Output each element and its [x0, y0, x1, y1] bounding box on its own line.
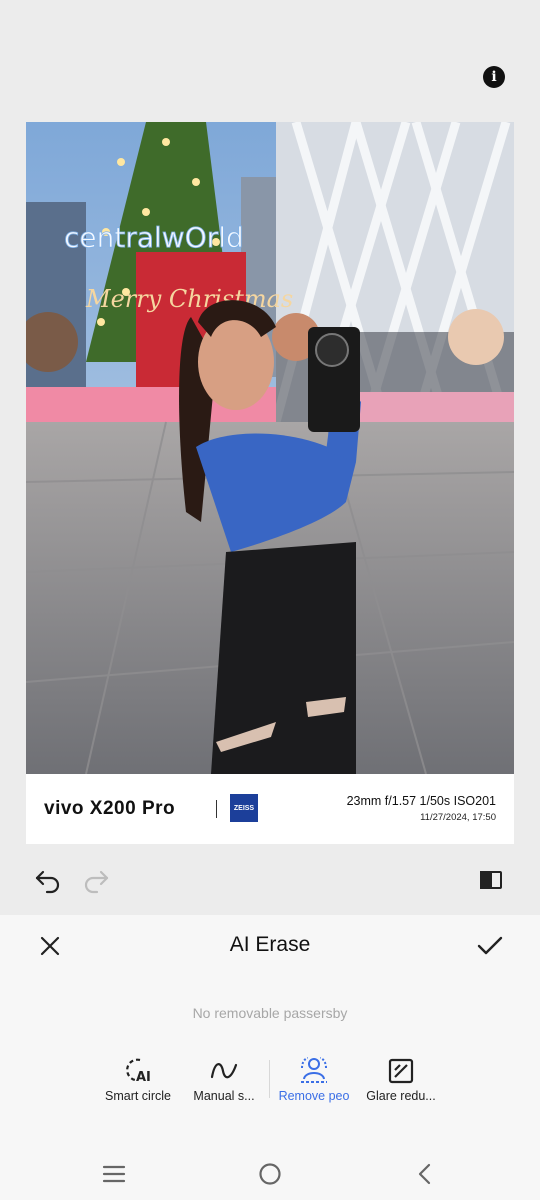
- compare-icon[interactable]: [477, 866, 505, 894]
- sign-text: centralwOrld: [64, 221, 244, 254]
- manual-select-icon: [178, 1053, 270, 1085]
- status-hint: No removable passersby: [192, 1005, 348, 1021]
- home-icon[interactable]: [255, 1159, 285, 1189]
- menu-icon[interactable]: [99, 1159, 129, 1189]
- panel-title: AI Erase: [229, 933, 311, 956]
- photo-preview[interactable]: centralwOrld Merry Christmas vivo X200 P…: [26, 122, 514, 844]
- photo-image: centralwOrld Merry Christmas: [26, 122, 514, 774]
- tool-label: Remove peo: [278, 1089, 350, 1103]
- tool-smart-circle[interactable]: AI Smart circle: [92, 1053, 184, 1103]
- brand-label: vivo X200 Pro: [44, 798, 176, 819]
- capture-datetime: 11/27/2024, 17:50: [420, 812, 496, 823]
- tool-label: Manual s...: [193, 1089, 255, 1103]
- zeiss-logo: ZEISS: [230, 794, 258, 822]
- check-icon[interactable]: [475, 931, 505, 961]
- undo-icon[interactable]: [34, 866, 62, 894]
- tool-label: Glare redu...: [366, 1089, 436, 1103]
- tool-label: Smart circle: [105, 1089, 171, 1103]
- tool-manual-select[interactable]: Manual s...: [178, 1053, 270, 1103]
- smart-circle-icon: AI: [92, 1053, 184, 1085]
- svg-text:AI: AI: [136, 1070, 151, 1085]
- brand-divider: [216, 800, 217, 818]
- tool-remove-people[interactable]: Remove peo: [268, 1053, 360, 1103]
- back-icon[interactable]: [410, 1159, 440, 1189]
- exif-info: 23mm f/1.57 1/50s ISO201: [346, 794, 496, 808]
- svg-text:Merry Christmas: Merry Christmas: [85, 285, 293, 313]
- glare-reduction-icon: [355, 1053, 447, 1085]
- system-navbar: [0, 1145, 540, 1200]
- redo-icon[interactable]: [82, 866, 110, 894]
- tool-glare-reduction[interactable]: Glare redu...: [355, 1053, 447, 1103]
- watermark-bar: vivo X200 Pro ZEISS 23mm f/1.57 1/50s IS…: [26, 774, 514, 844]
- remove-people-icon: [268, 1053, 360, 1085]
- info-icon[interactable]: i: [483, 66, 505, 88]
